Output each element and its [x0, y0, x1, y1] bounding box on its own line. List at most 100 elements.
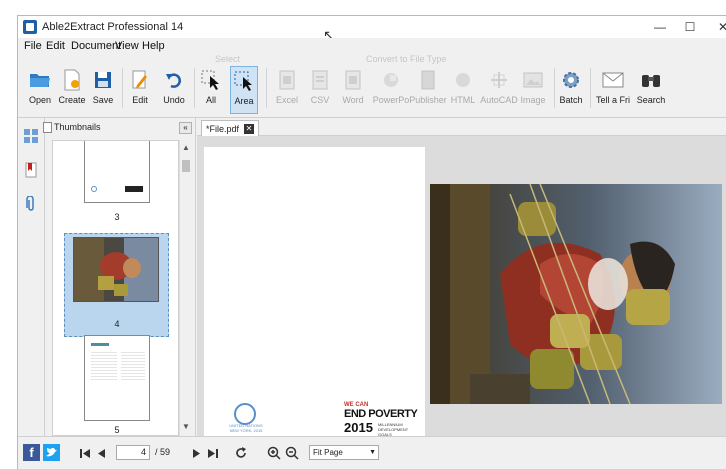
zoom-out-icon[interactable]: [284, 444, 300, 462]
select-all-button[interactable]: All: [199, 66, 223, 114]
batch-label: Batch: [559, 95, 583, 105]
edit-label: Edit: [132, 95, 148, 105]
total-pages: / 59: [155, 447, 171, 457]
menu-help[interactable]: Help: [142, 40, 165, 52]
batch-button[interactable]: Batch: [559, 66, 583, 114]
create-button[interactable]: Create: [57, 66, 87, 114]
binoculars-icon: [640, 69, 662, 91]
window-title: Able2Extract Professional 14: [42, 21, 184, 33]
thumbnail-page-3[interactable]: [84, 141, 150, 203]
twitter-icon[interactable]: [43, 444, 60, 461]
undo-button[interactable]: Undo: [161, 66, 187, 114]
thumbnail-page-5[interactable]: [84, 335, 150, 421]
maximize-button[interactable]: ☐: [675, 16, 705, 38]
convert-excel-button[interactable]: Excel: [274, 66, 300, 114]
page-icon: [43, 122, 52, 133]
side-panel-strip: [18, 118, 45, 436]
menu-view[interactable]: View: [115, 40, 139, 52]
scrollbar-thumb[interactable]: [182, 160, 190, 172]
word-icon: [342, 69, 364, 91]
scroll-up-arrow-icon[interactable]: ▲: [182, 143, 190, 152]
powerpoint-icon: [380, 69, 402, 91]
scroll-down-arrow-icon[interactable]: ▼: [182, 422, 190, 431]
attachments-panel-toggle[interactable]: [21, 194, 41, 214]
thumbnails-title: Thumbnails: [54, 122, 101, 132]
zoom-in-icon[interactable]: [266, 444, 282, 462]
thumbnail-page-4[interactable]: [73, 237, 159, 302]
status-bar: f 4 / 59 Fit Page ▼: [18, 436, 726, 469]
un-logo-icon: [91, 186, 97, 192]
undo-arrow-icon: [163, 69, 185, 91]
document-page-left[interactable]: UNITED NATIONS NEW YORK, 2015 WE CAN END…: [204, 147, 425, 440]
minimize-button[interactable]: —: [645, 16, 675, 38]
convert-powerpoint-button[interactable]: PowerPo: [373, 66, 409, 114]
convert-word-button[interactable]: Word: [341, 66, 365, 114]
convert-image-button[interactable]: Image: [520, 66, 546, 114]
menu-edit[interactable]: Edit: [46, 40, 65, 52]
thumbnails-panel-toggle[interactable]: [21, 126, 41, 146]
image-icon: [522, 69, 544, 91]
open-label: Open: [28, 95, 52, 105]
toolbar: Select Convert to File Type Open Create …: [18, 54, 726, 118]
convert-html-button[interactable]: HTML: [450, 66, 476, 114]
menu-file[interactable]: File: [24, 40, 42, 52]
first-page-icon[interactable]: [78, 444, 92, 462]
zoom-select[interactable]: Fit Page ▼: [309, 445, 379, 460]
menu-document[interactable]: Document: [71, 40, 121, 52]
select-area-button[interactable]: Area: [230, 66, 258, 114]
convert-autocad-button[interactable]: AutoCAD: [480, 66, 518, 114]
collapse-pane-button[interactable]: «: [179, 122, 192, 134]
tell-a-friend-label: Tell a Fri: [596, 95, 631, 105]
toolbar-separator: [554, 68, 555, 108]
bookmarks-panel-toggle[interactable]: [21, 160, 41, 180]
toolbar-separator: [122, 68, 123, 108]
folder-icon: [29, 69, 51, 91]
woman-weaving-baskets-photo: [430, 183, 722, 405]
page-number-input[interactable]: 4: [116, 445, 150, 460]
thumbnail-list[interactable]: 3 4 5: [52, 140, 179, 436]
thumbnails-scrollbar[interactable]: ▲ ▼: [179, 140, 191, 436]
group-label-convert: Convert to File Type: [366, 54, 447, 64]
csv-icon: [309, 69, 331, 91]
document-area: *File.pdf ✕ UNITED NATIONS NEW YORK, 201…: [197, 118, 726, 440]
document-tab[interactable]: *File.pdf ✕: [201, 120, 260, 136]
search-label: Search: [636, 95, 666, 105]
cursor-select-all-icon: [200, 69, 222, 91]
next-page-icon[interactable]: [190, 444, 204, 462]
app-logo-icon: [23, 20, 37, 34]
thumbnails-grid-icon: [24, 129, 38, 143]
eop-year: 2015: [344, 420, 373, 435]
save-button[interactable]: Save: [90, 66, 116, 114]
close-tab-icon[interactable]: ✕: [244, 123, 255, 134]
group-label-select: Select: [215, 54, 241, 64]
html-label: HTML: [450, 95, 476, 105]
open-button[interactable]: Open: [26, 66, 54, 114]
thumbnails-pane: Thumbnails « 3 4 5 ▲ ▼: [43, 118, 196, 436]
html-globe-icon: [452, 69, 474, 91]
previous-page-icon[interactable]: [94, 444, 108, 462]
autocad-label: AutoCAD: [480, 95, 518, 105]
thumbnail-number: 3: [114, 212, 120, 222]
tell-a-friend-button[interactable]: Tell a Fri: [596, 66, 630, 114]
app-window: Able2Extract Professional 14 ↖ — ☐ ✕ Fil…: [17, 15, 726, 469]
thumbnail-photo: [74, 238, 158, 301]
pencil-icon: [129, 69, 151, 91]
convert-publisher-button[interactable]: Publisher: [409, 66, 447, 114]
menu-bar: File Edit Document View Help: [18, 38, 726, 54]
all-label: All: [205, 95, 216, 105]
thumbnail-number: 4: [114, 319, 120, 329]
excel-icon: [276, 69, 298, 91]
close-button[interactable]: ✕: [708, 16, 726, 38]
convert-csv-button[interactable]: CSV: [309, 66, 331, 114]
document-page-photo[interactable]: [430, 183, 722, 405]
un-emblem-icon: [234, 403, 256, 425]
last-page-icon[interactable]: [206, 444, 220, 462]
thumbnail-heading: [91, 343, 109, 346]
csv-label: CSV: [310, 95, 330, 105]
new-document-icon: [61, 69, 83, 91]
search-button[interactable]: Search: [637, 66, 665, 114]
edit-button[interactable]: Edit: [128, 66, 152, 114]
facebook-icon[interactable]: f: [23, 444, 40, 461]
rotate-icon[interactable]: [233, 444, 249, 462]
un-caption: UNITED NATIONS NEW YORK, 2015: [229, 423, 263, 433]
